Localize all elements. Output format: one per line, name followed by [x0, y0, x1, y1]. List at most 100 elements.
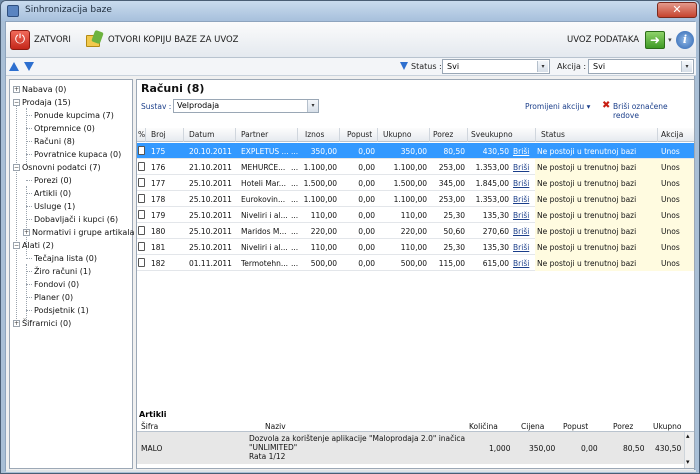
col-header-ukupno[interactable]: Ukupno	[383, 130, 411, 139]
tree-item-osnovni[interactable]: Osnovni podatci (7)	[22, 163, 101, 172]
table-row[interactable]: 178 25.10.2011 Eurokovin...... 1.100,00 0,00…	[137, 191, 694, 207]
table-row[interactable]: 180 25.10.2011 Maridos M...... 220,00 0,00 22…	[137, 223, 694, 239]
artikli-row[interactable]: MALO Dozvola za korištenje aplikacije "M…	[137, 432, 694, 464]
tree-item-porezi[interactable]: Porezi (0)	[34, 176, 72, 185]
close-button[interactable]: ⏻ ZATVORI	[10, 29, 71, 51]
artikli-col-kolicina[interactable]: Količina	[469, 422, 498, 431]
move-down-icon[interactable]	[24, 62, 34, 71]
delete-row-link[interactable]: Briši	[513, 195, 533, 204]
info-icon: i	[676, 31, 694, 49]
col-header-iznos[interactable]: Iznos	[305, 130, 324, 139]
chevron-down-icon: ▾	[307, 100, 318, 112]
collapse-prodaja-icon[interactable]: −	[13, 99, 20, 106]
move-up-icon[interactable]	[9, 62, 19, 71]
sustav-label: Sustav :	[141, 102, 172, 111]
artikli-naziv-line3: Rata 1/12	[249, 452, 286, 461]
artikli-col-porez[interactable]: Porez	[613, 422, 633, 431]
delete-row-link[interactable]: Briši	[513, 211, 533, 220]
table-row[interactable]: 179 25.10.2011 Niveliri i al...... 110,00 0,…	[137, 207, 694, 223]
table-row[interactable]: 182 01.11.2011 Termotehn...... 500,00 0,00 50…	[137, 255, 694, 271]
tree-item-ponude[interactable]: Ponude kupcima (7)	[34, 111, 114, 120]
tree-item-tecajna[interactable]: Tečajna lista (0)	[34, 254, 97, 263]
tree-item-prodaja[interactable]: Prodaja (15)	[22, 98, 71, 107]
client-area: ⏻ ZATVORI OTVORI KOPIJU BAZE ZA UVOZ UVO…	[5, 21, 696, 472]
tree-item-racuni[interactable]: Računi (8)	[34, 137, 75, 146]
artikli-col-naziv[interactable]: Naziv	[265, 422, 286, 431]
delete-row-link[interactable]: Briši	[513, 243, 533, 252]
cell-popust: 0,00	[358, 227, 375, 236]
artikli-col-cijena[interactable]: Cijena	[521, 422, 544, 431]
import-button[interactable]: UVOZ PODATAKA ➜ ▾	[567, 29, 672, 51]
col-header-broj[interactable]: Broj	[151, 130, 166, 139]
tree-item-normativi[interactable]: Normativi i grupe artikala (0)	[32, 228, 148, 237]
cell-porez: 25,30	[443, 243, 465, 252]
change-action-link[interactable]: Promijeni akciju ▾	[525, 102, 590, 111]
tree-item-povratnice[interactable]: Povratnice kupaca (0)	[34, 150, 121, 159]
tree-item-usluge[interactable]: Usluge (1)	[34, 202, 75, 211]
window-close-button[interactable]: ✕	[657, 2, 697, 18]
info-button[interactable]: i	[670, 29, 694, 51]
tree-item-ziro[interactable]: Žiro računi (1)	[34, 267, 91, 276]
col-header-datum[interactable]: Datum	[189, 130, 214, 139]
artikli-popust: 0,00	[581, 444, 598, 453]
table-row[interactable]: 181 25.10.2011 Niveliri i al...... 110,00 0,…	[137, 239, 694, 255]
cell-partner: Eurokovin...	[241, 195, 286, 204]
scroll-up-icon[interactable]: ▴	[686, 432, 690, 440]
expand-sifrarnici-icon[interactable]: +	[13, 320, 20, 327]
tree-item-nabava[interactable]: Nabava (0)	[22, 85, 66, 94]
cell-popust: 0,00	[358, 243, 375, 252]
cell-partner: Maridos M...	[241, 227, 287, 236]
artikli-kolicina: 1,000	[489, 444, 511, 453]
cell-sveukupno: 135,30	[482, 243, 509, 252]
table-row[interactable]: 177 25.10.2011 Hoteli Mar...... 1.500,00 0,0…	[137, 175, 694, 191]
table-row[interactable]: 176 21.10.2011 MEHURĆE...... 1.100,00 0,00 1.…	[137, 159, 694, 175]
artikli-scrollbar[interactable]: ▴ ▾	[684, 432, 694, 468]
tree-item-artikli[interactable]: Artikli (0)	[34, 189, 71, 198]
delete-row-link[interactable]: Briši	[513, 227, 533, 236]
cell-datum: 25.10.2011	[189, 179, 232, 188]
col-header-popust[interactable]: Popust	[347, 130, 372, 139]
tree-item-sifrarnici[interactable]: Šifrarnici (0)	[22, 319, 71, 328]
artikli-col-sifra[interactable]: Šifra	[141, 422, 158, 431]
table-row[interactable]: 175 20.10.2011 EXPLETUS ...... 350,00 0,00 35…	[137, 143, 694, 159]
tree-item-otpremnice[interactable]: Otpremnice (0)	[34, 124, 95, 133]
cell-partner-more: ...	[291, 211, 299, 220]
cell-akcija: Unos	[661, 211, 680, 220]
artikli-col-ukupno[interactable]: Ukupno	[653, 422, 681, 431]
artikli-section-title: Artikli	[139, 410, 167, 419]
cell-iznos: 1.100,00	[303, 163, 337, 172]
col-header-partner[interactable]: Partner	[241, 130, 268, 139]
sustav-select[interactable]: Velprodaja ▾	[173, 99, 319, 113]
col-header-porez[interactable]: Porez	[433, 130, 453, 139]
cell-partner-more: ...	[291, 179, 299, 188]
col-header-sveukupno[interactable]: Sveukupno	[471, 130, 513, 139]
cell-status: Ne postoji u trenutnoj bazi	[537, 227, 637, 236]
cell-datum: 01.11.2011	[189, 259, 232, 268]
tree-item-alati[interactable]: Alati (2)	[22, 241, 54, 250]
cell-akcija: Unos	[661, 195, 680, 204]
delete-row-link[interactable]: Briši	[513, 179, 533, 188]
tree-item-podsjetnik[interactable]: Podsjetnik (1)	[34, 306, 89, 315]
expand-normativi-icon[interactable]: +	[23, 229, 30, 236]
artikli-ukupno: 430,50	[655, 444, 682, 453]
expand-nabava-icon[interactable]: +	[13, 86, 20, 93]
collapse-alati-icon[interactable]: −	[13, 242, 20, 249]
status-bar	[6, 470, 696, 472]
tree-item-dobavljaci[interactable]: Dobavljači i kupci (6)	[34, 215, 118, 224]
delete-row-link[interactable]: Briši	[513, 147, 533, 156]
cell-datum: 25.10.2011	[189, 195, 232, 204]
delete-marked-link[interactable]: Briši označene redove	[613, 102, 694, 120]
delete-row-link[interactable]: Briši	[513, 163, 533, 172]
open-copy-button[interactable]: OTVORI KOPIJU BAZE ZA UVOZ	[86, 29, 239, 51]
scroll-down-icon[interactable]: ▾	[686, 458, 690, 466]
status-filter-select[interactable]: Svi ▾	[442, 59, 550, 74]
tree-item-fondovi[interactable]: Fondovi (0)	[34, 280, 79, 289]
artikli-col-popust[interactable]: Popust	[563, 422, 588, 431]
tree-item-planer[interactable]: Planer (0)	[34, 293, 73, 302]
delete-row-link[interactable]: Briši	[513, 259, 533, 268]
col-header-status[interactable]: Status	[541, 130, 565, 139]
collapse-osnovni-icon[interactable]: −	[13, 164, 20, 171]
col-header-akcija[interactable]: Akcija	[661, 130, 683, 139]
akcija-filter-select[interactable]: Svi ▾	[588, 59, 694, 74]
cell-partner-more: ...	[291, 163, 299, 172]
